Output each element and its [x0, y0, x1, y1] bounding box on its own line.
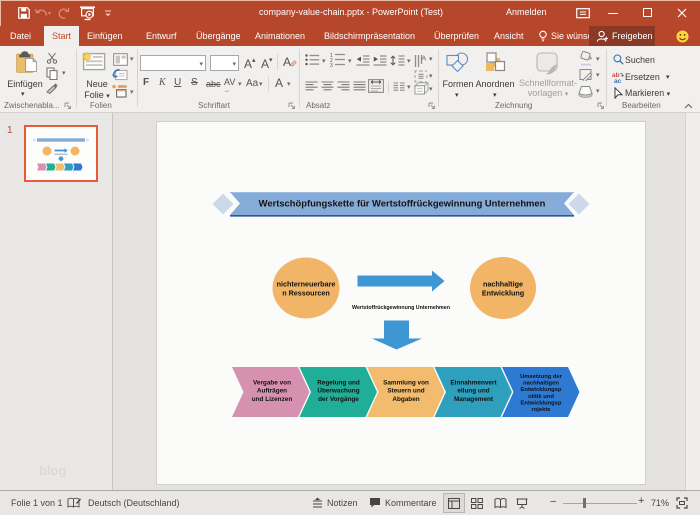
svg-text:Einnahmenvert: Einnahmenvert [450, 379, 497, 386]
svg-text:Entwicklungsp: Entwicklungsp [521, 387, 562, 393]
svg-text:Aufträgen: Aufträgen [257, 388, 287, 395]
svg-text:Vergabe von: Vergabe von [253, 379, 291, 386]
svg-text:Abgaben: Abgaben [392, 396, 419, 403]
svg-text:olitik und: olitik und [528, 394, 554, 400]
svg-text:der Vorgänge: der Vorgänge [318, 396, 359, 403]
svg-text:Entwicklungsp: Entwicklungsp [521, 400, 562, 406]
svg-text:Management: Management [454, 396, 494, 403]
svg-text:3: 3 [330, 63, 333, 67]
svg-text:Steuern und: Steuern und [387, 388, 424, 395]
svg-text:ac: ac [614, 78, 622, 83]
svg-text:Wertschöpfungskette für Wertst: Wertschöpfungskette für Wertstoffrückgew… [259, 198, 546, 209]
svg-text:A: A [421, 54, 426, 63]
svg-text:und Lizenzen: und Lizenzen [252, 396, 293, 403]
svg-text:Wertstoffrückgewinnung Unterne: Wertstoffrückgewinnung Unternehmen [352, 305, 450, 311]
svg-text:nachhaltigen: nachhaltigen [523, 381, 559, 387]
svg-text:Entwicklung: Entwicklung [482, 289, 524, 298]
svg-text:Überwachung: Überwachung [317, 386, 359, 395]
svg-text:Umsetzung der: Umsetzung der [520, 374, 563, 380]
svg-text:n Ressourcen: n Ressourcen [282, 289, 330, 298]
svg-text:Sammlung von: Sammlung von [383, 379, 429, 386]
svg-text:nichterneuerbare: nichterneuerbare [277, 280, 336, 289]
svg-text:A: A [283, 55, 291, 69]
svg-text:Regelung und: Regelung und [317, 379, 360, 386]
svg-text:eilung und: eilung und [457, 388, 489, 395]
svg-text:rojekte: rojekte [531, 407, 551, 413]
svg-text:nachhaltige: nachhaltige [483, 280, 523, 289]
